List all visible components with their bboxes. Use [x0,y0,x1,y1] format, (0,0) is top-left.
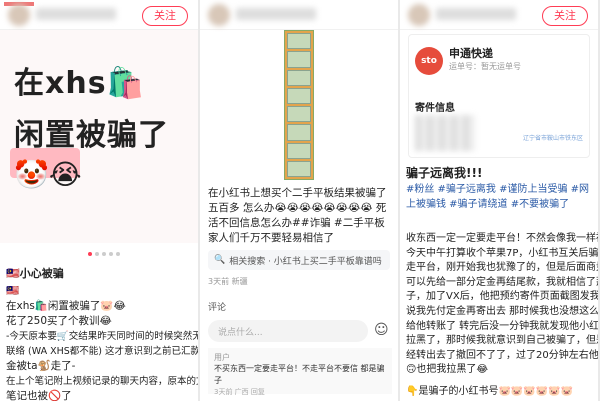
body-line: 经转出去了撤回不了了，过了20分钟左右他接收了 [406,349,598,361]
carousel-dot [116,252,120,256]
search-icon: 🔍 [214,255,226,265]
post-header: 关注 [0,0,198,30]
post-title: 骗子远离我!!! [406,166,483,180]
screenshot-collage: 关注 在xhs🛍️ 闲置被骗了 🤡😭 🇲🇾小心被骗 🇲🇾 在xhs🛍️闲置被骗了… [0,0,600,401]
related-search[interactable]: 🔍 相关搜索 · 小红书上买二手平板靠谱吗 [208,250,390,270]
post-footer: 👇是骗子的小红书号🐷🐷🐷🐷🐷🐷 [406,386,574,397]
body-line: 拉黑了，那时候我就意识到自己被骗了，但是钱已 [406,335,598,347]
post-body: 🇲🇾 在xhs🛍️闲置被骗了🐷😂 花了250买了个教训😂 -今天原本要🛒交结果昨… [6,284,198,401]
carrier-name: 申通快递 [449,47,493,60]
comment-meta: 3天前 广西 回复 [214,388,265,396]
comment-input[interactable]: 说点什么... [208,320,368,342]
hashtags[interactable]: #粉丝 #骗子远离我 #谨防上当受骗 #网上被骗钱 #骗子请绕道 #不要被骗了 [406,182,594,212]
body-line: 🇲🇾 [6,285,20,297]
carousel-dot [95,252,99,256]
carrier-logo: sto [415,47,443,75]
blurred-sender [415,115,475,151]
chat-screenshot-image[interactable] [284,30,314,180]
comment-item: 用户 不买东西一定要走平台！不走平台不要信 都是骗子 3天前 广西 回复 [208,348,392,396]
follow-button[interactable]: 关注 [542,6,588,26]
username-blurred [36,8,116,20]
avatar[interactable] [8,4,30,26]
sender-info-label: 寄件信息 [415,103,455,114]
body-line: 走平台，刚开始我也犹豫了的，但是后面商量了说 [406,262,598,274]
post-body: 收东西一定一定要走平台！不然会像我一样被骗， 今天中午打算收个苹果7P，小红书互… [406,232,598,378]
post-panel-1: 关注 在xhs🛍️ 闲置被骗了 🤡😭 🇲🇾小心被骗 🇲🇾 在xhs🛍️闲置被骗了… [0,0,198,401]
carousel-dot [88,252,92,256]
username-blurred [236,8,316,20]
carousel-dot [109,252,113,256]
post-body: 在小红书上想买个二手平板结果被骗了五百多 怎么办😭😭😭😭😭😭😭😭 死活不回信息怎… [208,187,387,244]
body-line: 在上个笔记附上视频记录的聊天内容，原本的文字 [6,376,198,387]
body-line: 说我先付定金再寄出去 那时候我也没想这么多 直接 [406,305,598,317]
related-search-label: 相关搜索 · 小红书上买二手平板靠谱吗 [229,256,382,267]
cover-title-line2: 闲置被骗了 [14,118,169,153]
address-text: 辽宁省市鞍山市铁东区 [522,135,583,142]
body-line: 🙃也把我拉黑了😂 [406,364,489,376]
emoji-icon[interactable]: ☺ [374,322,389,338]
carousel-dot [102,252,106,256]
body-line: 子，加了VX后，他把预约寄件页面截图发我看了 [406,291,598,303]
body-line: 花了250买了个教训😂 [6,315,112,327]
username-blurred [436,8,516,20]
post-title: 🇲🇾小心被骗 [6,267,64,280]
post-header [200,0,398,30]
comment-text: 不买东西一定要走平台！不走平台不要信 都是骗子 [214,364,385,385]
follow-button[interactable]: 关注 [142,6,188,26]
body-line: 在xhs🛍️闲置被骗了🐷😂 [6,300,126,312]
post-panel-2: 在小红书上想买个二手平板结果被骗了五百多 怎么办😭😭😭😭😭😭😭😭 死活不回信息怎… [200,0,398,401]
body-line: 金被ta🐒走了- [6,360,76,372]
shipping-card-image[interactable]: sto 申通快递 运单号：暂无运单号 寄件信息 辽宁省市鞍山市铁东区 [408,34,590,158]
tracking-number: 运单号：暂无运单号 [449,62,521,71]
cover-emojis: 🤡😭 [14,158,82,191]
body-line: 可以先给一部分定金再结尾款，我就相信了那个骗 [406,276,598,288]
body-line: 今天中午打算收个苹果7P，小红书互关后骗子说不 [406,247,598,259]
body-line: 收东西一定一定要走平台！不然会像我一样被骗， [406,233,598,244]
cover-title-line1: 在xhs🛍️ [14,66,145,101]
post-header: 关注 [400,0,598,30]
post-panel-3: 关注 sto 申通快递 运单号：暂无运单号 寄件信息 辽宁省市鞍山市铁东区 骗子… [400,0,598,401]
comment-author[interactable]: 用户 [214,352,386,363]
carousel-dots [88,252,120,256]
comment-count: 评论 [208,303,227,313]
body-line: 联络 (WA XHS都不能) 这才意识到之前已汇款的订 [6,346,198,357]
post-meta: 3天前 新疆 [208,277,248,286]
avatar[interactable] [208,4,230,26]
body-line: 给他转账了 转完后没一分钟我就发现他小红书把我 [406,320,598,332]
body-line: -今天原本要🛒交结果昨天同时间的时候突然无法 [6,331,198,342]
body-line: 笔记也被🚫了 [6,390,72,401]
avatar[interactable] [408,4,430,26]
